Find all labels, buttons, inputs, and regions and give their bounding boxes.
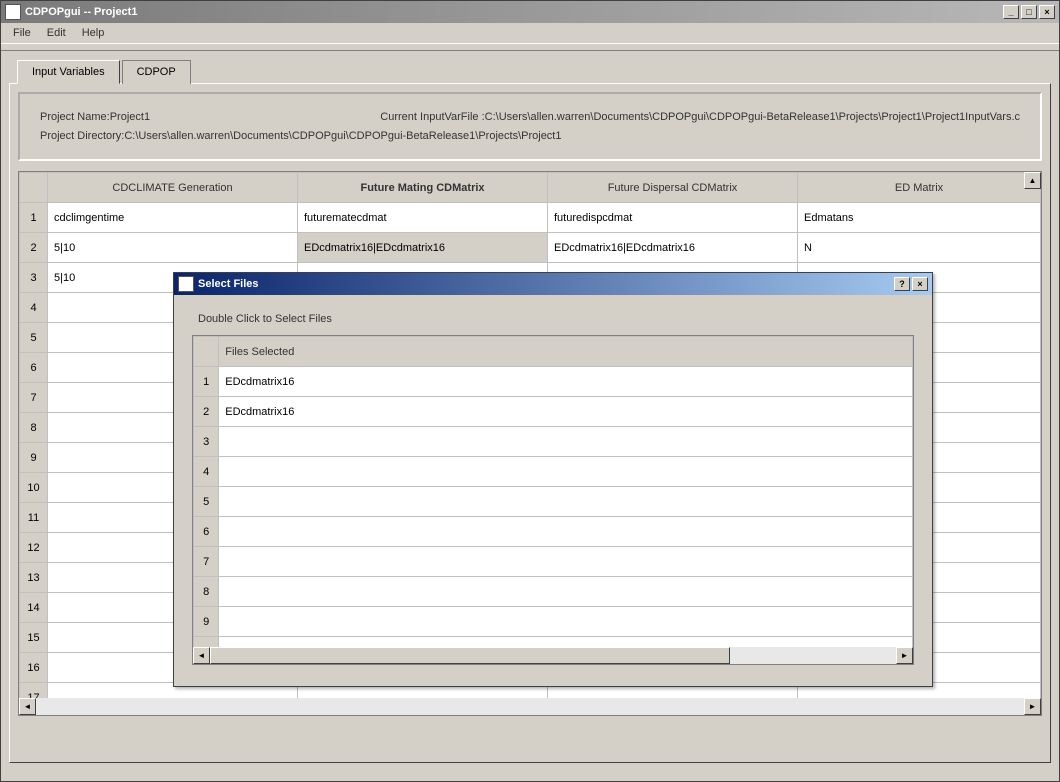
- close-button[interactable]: ×: [1039, 5, 1055, 19]
- menu-file[interactable]: File: [5, 25, 39, 41]
- table-row[interactable]: 25|10EDcdmatrix16|EDcdmatrix16EDcdmatrix…: [20, 233, 1041, 263]
- row-number[interactable]: 13: [20, 563, 48, 593]
- dialog-icon: ▦: [178, 276, 194, 292]
- row-number[interactable]: 16: [20, 653, 48, 683]
- cell[interactable]: cdclimgentime: [48, 203, 298, 233]
- row-number[interactable]: 10: [20, 473, 48, 503]
- row-number[interactable]: 9: [194, 607, 219, 637]
- hscroll-track[interactable]: [36, 698, 1024, 715]
- row-number[interactable]: 11: [20, 503, 48, 533]
- row-number[interactable]: 1: [20, 203, 48, 233]
- col-ed-matrix[interactable]: ED Matrix: [798, 173, 1041, 203]
- project-name-value: Project1: [110, 111, 150, 123]
- dialog-hscroll-right-icon[interactable]: ►: [896, 647, 913, 664]
- window-title: CDPOPgui -- Project1: [25, 6, 1003, 18]
- table-row[interactable]: 3: [194, 427, 913, 457]
- project-dir-label: Project Directory:: [40, 130, 124, 142]
- dialog-title: Select Files: [198, 278, 894, 290]
- files-grid-corner[interactable]: [194, 337, 219, 367]
- cell[interactable]: EDcdmatrix16: [219, 367, 913, 397]
- table-row[interactable]: 2EDcdmatrix16: [194, 397, 913, 427]
- cell[interactable]: [219, 487, 913, 517]
- row-number[interactable]: 3: [194, 427, 219, 457]
- titlebar[interactable]: ▦ CDPOPgui -- Project1 _ □ ×: [1, 1, 1059, 23]
- select-files-dialog: ▦ Select Files ? × Double Click to Selec…: [173, 272, 933, 687]
- vscroll-up-icon[interactable]: ▲: [1024, 172, 1041, 189]
- cell[interactable]: [219, 457, 913, 487]
- cell[interactable]: futuredispcdmat: [548, 203, 798, 233]
- menubar: File Edit Help: [1, 23, 1059, 43]
- table-row[interactable]: 1cdclimgentimefuturematecdmatfuturedispc…: [20, 203, 1041, 233]
- row-number[interactable]: 6: [20, 353, 48, 383]
- dialog-instruction: Double Click to Select Files: [198, 313, 914, 325]
- row-number[interactable]: 3: [20, 263, 48, 293]
- row-number[interactable]: 9: [20, 443, 48, 473]
- cell[interactable]: EDcdmatrix16|EDcdmatrix16: [548, 233, 798, 263]
- row-number[interactable]: 12: [20, 533, 48, 563]
- project-dir-value: C:\Users\allen.warren\Documents\CDPOPgui…: [124, 130, 561, 142]
- menu-edit[interactable]: Edit: [39, 25, 74, 41]
- dialog-hscroll-left-icon[interactable]: ◄: [193, 647, 210, 664]
- cell[interactable]: [219, 577, 913, 607]
- col-cdclimate[interactable]: CDCLIMATE Generation: [48, 173, 298, 203]
- tab-input-variables[interactable]: Input Variables: [17, 60, 120, 84]
- app-icon: ▦: [5, 4, 21, 20]
- row-number[interactable]: 4: [194, 457, 219, 487]
- dialog-titlebar[interactable]: ▦ Select Files ? ×: [174, 273, 932, 295]
- cell[interactable]: EDcdmatrix16: [219, 397, 913, 427]
- row-number[interactable]: 8: [194, 577, 219, 607]
- row-number[interactable]: 14: [20, 593, 48, 623]
- row-number[interactable]: 2: [20, 233, 48, 263]
- cell[interactable]: [219, 517, 913, 547]
- project-info-box: Project Name: Project1 Current InputVarF…: [18, 92, 1042, 161]
- row-number[interactable]: 8: [20, 413, 48, 443]
- table-row[interactable]: 7: [194, 547, 913, 577]
- cell[interactable]: 5|10: [48, 233, 298, 263]
- project-name-label: Project Name:: [40, 111, 110, 123]
- dialog-help-button[interactable]: ?: [894, 277, 910, 291]
- cell[interactable]: Edmatans: [798, 203, 1041, 233]
- cell[interactable]: futurematecdmat: [298, 203, 548, 233]
- inputvar-value: C:\Users\allen.warren\Documents\CDPOPgui…: [485, 111, 1020, 123]
- toolbar-grip: [1, 43, 1059, 51]
- table-row[interactable]: 5: [194, 487, 913, 517]
- maximize-button[interactable]: □: [1021, 5, 1037, 19]
- row-number[interactable]: 1: [194, 367, 219, 397]
- menu-help[interactable]: Help: [74, 25, 113, 41]
- table-row[interactable]: 8: [194, 577, 913, 607]
- row-number[interactable]: 6: [194, 517, 219, 547]
- row-number[interactable]: 4: [20, 293, 48, 323]
- row-number[interactable]: 7: [194, 547, 219, 577]
- dialog-close-button[interactable]: ×: [912, 277, 928, 291]
- cell[interactable]: [219, 607, 913, 637]
- tab-strip: Input Variables CDPOP: [17, 59, 1051, 83]
- inputvar-label: Current InputVarFile :: [380, 111, 484, 123]
- table-row[interactable]: 9: [194, 607, 913, 637]
- tab-cdpop[interactable]: CDPOP: [122, 60, 191, 84]
- cell[interactable]: EDcdmatrix16|EDcdmatrix16: [298, 233, 548, 263]
- grid-corner[interactable]: [20, 173, 48, 203]
- hscroll-left-icon[interactable]: ◄: [19, 698, 36, 715]
- row-number[interactable]: 5: [194, 487, 219, 517]
- row-number[interactable]: 5: [20, 323, 48, 353]
- files-grid[interactable]: Files Selected 1EDcdmatrix162EDcdmatrix1…: [192, 335, 914, 665]
- col-future-dispersal[interactable]: Future Dispersal CDMatrix: [548, 173, 798, 203]
- table-row[interactable]: 1EDcdmatrix16: [194, 367, 913, 397]
- dialog-hscroll-thumb[interactable]: [210, 647, 730, 664]
- col-future-mating[interactable]: Future Mating CDMatrix: [298, 173, 548, 203]
- dialog-hscroll[interactable]: ◄ ►: [193, 647, 913, 664]
- row-number[interactable]: 15: [20, 623, 48, 653]
- cell[interactable]: [219, 427, 913, 457]
- col-files-selected[interactable]: Files Selected: [219, 337, 913, 367]
- row-number[interactable]: 2: [194, 397, 219, 427]
- hscroll[interactable]: ◄ ►: [19, 698, 1041, 715]
- cell[interactable]: N: [798, 233, 1041, 263]
- hscroll-right-icon[interactable]: ►: [1024, 698, 1041, 715]
- minimize-button[interactable]: _: [1003, 5, 1019, 19]
- dialog-hscroll-track[interactable]: [730, 647, 896, 664]
- table-row[interactable]: 6: [194, 517, 913, 547]
- cell[interactable]: [219, 547, 913, 577]
- table-row[interactable]: 4: [194, 457, 913, 487]
- row-number[interactable]: 7: [20, 383, 48, 413]
